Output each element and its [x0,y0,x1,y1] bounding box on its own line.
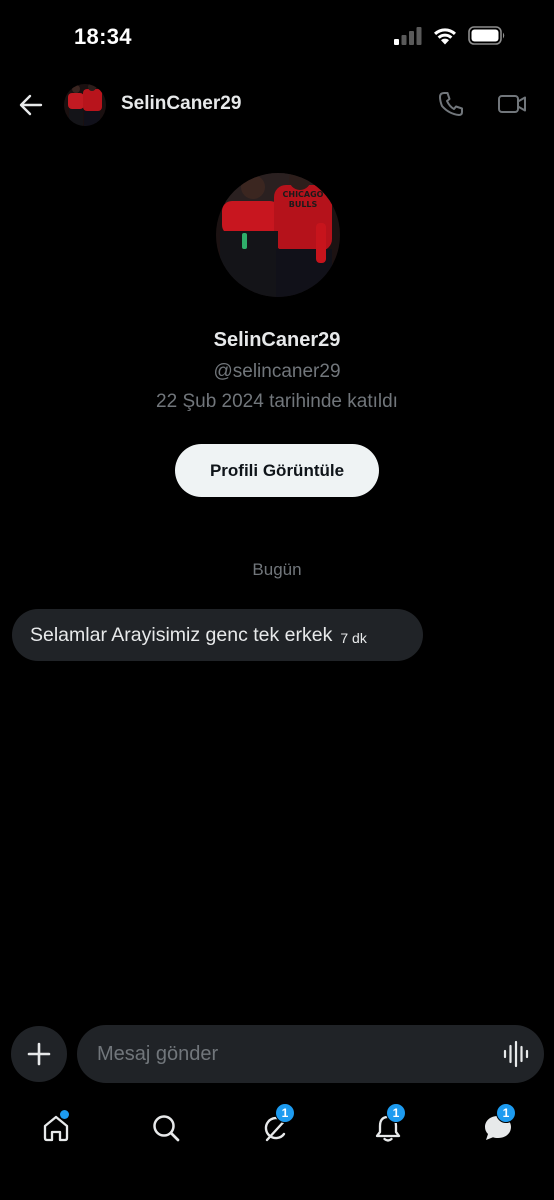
bottom-navigation: 1 1 1 [0,1098,554,1158]
back-button[interactable] [16,90,46,120]
dm-conversation-screen: 18:34 SelinCaner29 CHICAGO BULLS SelinCa… [0,0,554,1200]
message-timestamp: 7 dk [340,630,367,646]
battery-icon [468,26,505,45]
message-composer [77,1025,544,1083]
svg-text:BULLS: BULLS [289,200,318,209]
profile-handle: @selincaner29 [213,361,341,382]
status-icons [394,26,506,45]
video-camera-icon [498,95,526,113]
profile-photo: CHICAGO BULLS [216,173,340,297]
status-time: 18:34 [74,24,132,49]
voice-message-button[interactable] [502,1040,530,1068]
nav-search[interactable] [146,1108,186,1148]
nav-notifications[interactable]: 1 [368,1103,408,1148]
view-profile-button[interactable]: Profili Görüntüle [175,444,379,497]
add-attachment-button[interactable] [11,1026,67,1082]
voice-wave-icon [503,1040,529,1068]
nav-grok[interactable]: 1 [257,1103,297,1148]
message-text: Selamlar Arayisimiz genc tek erkek [30,623,333,646]
header-username[interactable]: SelinCaner29 [121,93,241,115]
profile-joined-date: 22 Şub 2024 tarihinde katıldı [156,391,398,412]
search-icon [153,1115,180,1142]
profile-avatar[interactable]: CHICAGO BULLS [216,173,340,297]
notifications-badge: 1 [386,1103,406,1123]
avatar[interactable] [64,84,106,126]
message-bubble[interactable]: Selamlar Arayisimiz genc tek erkek 7 dk [12,609,423,661]
call-button[interactable] [437,90,467,120]
date-separator: Bugün [252,560,302,579]
grok-badge: 1 [275,1103,295,1123]
video-call-button[interactable] [497,90,529,120]
messages-badge: 1 [496,1103,516,1123]
avatar-photo [64,84,106,126]
cellular-signal-icon [394,26,422,45]
nav-home[interactable] [36,1108,76,1148]
back-arrow-icon [19,94,43,116]
plus-icon [27,1042,51,1066]
home-notification-dot [60,1110,69,1119]
home-indicator [185,1186,369,1192]
wifi-icon [434,28,456,45]
status-bar: 18:34 [0,0,554,76]
svg-text:CHICAGO: CHICAGO [283,190,324,199]
conversation-header: SelinCaner29 [0,76,554,134]
profile-name: SelinCaner29 [213,329,341,351]
nav-messages[interactable]: 1 [478,1103,518,1148]
message-input[interactable] [97,1025,477,1083]
phone-icon [439,92,463,116]
